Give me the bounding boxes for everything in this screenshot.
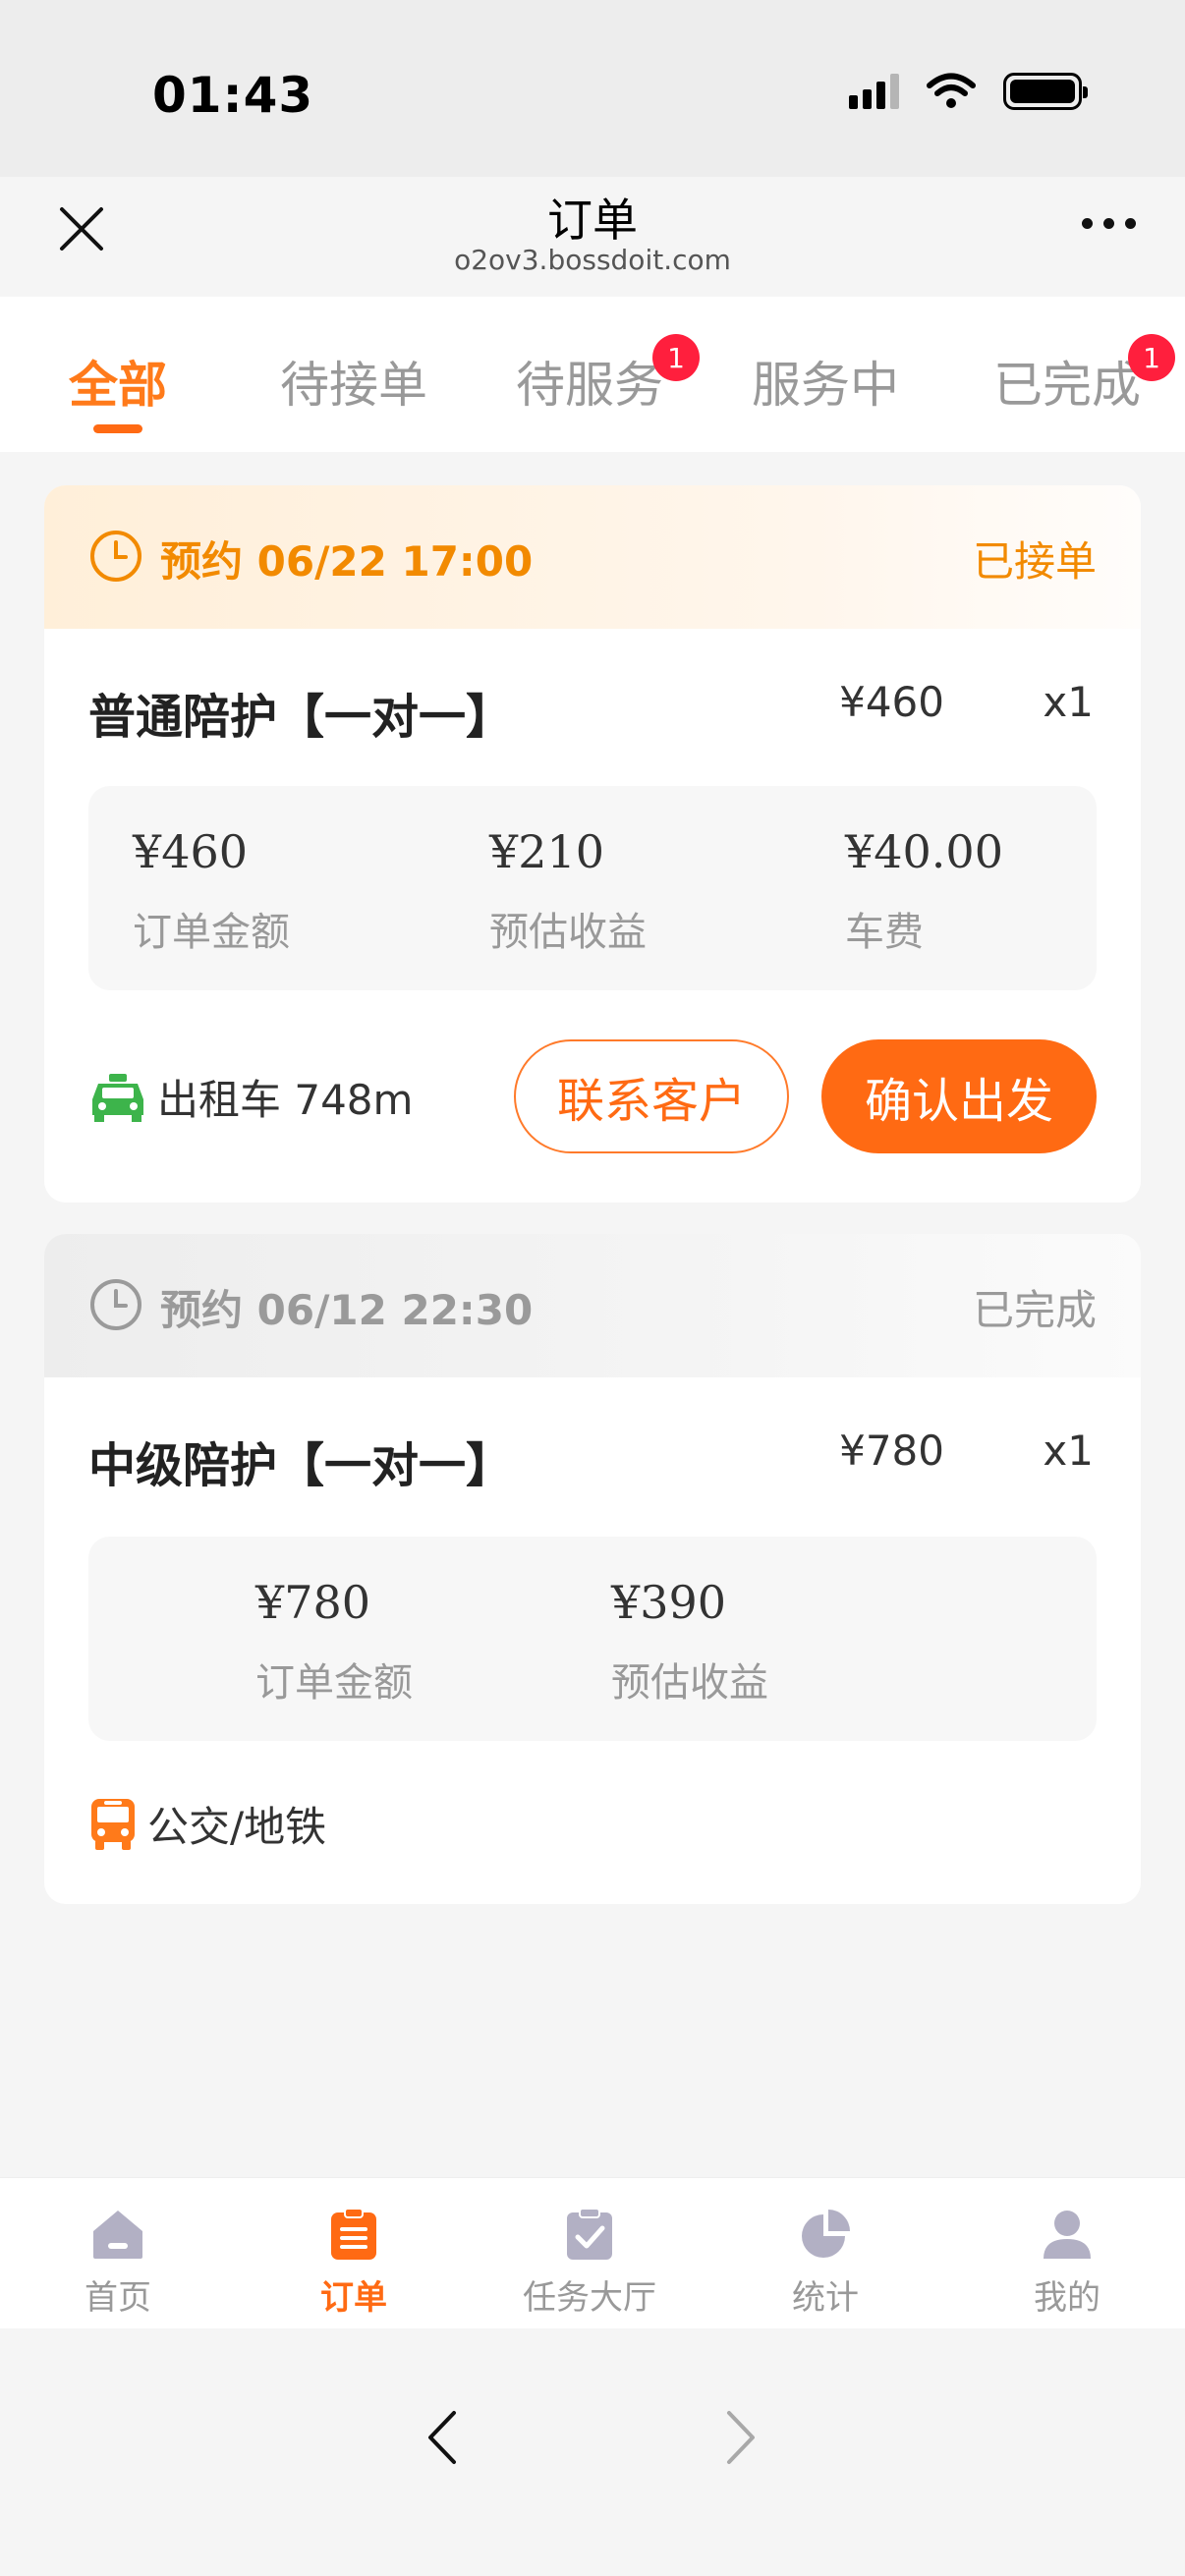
- user-icon: [1044, 2211, 1091, 2259]
- order-card[interactable]: 预约 06/22 17:00 已接单 普通陪护【一对一】 ¥460 x1 ¥46…: [44, 485, 1141, 1203]
- tab-all[interactable]: 全部: [0, 297, 236, 452]
- fare-value: ¥40.00: [845, 825, 1003, 878]
- tab-label: 全部: [69, 357, 167, 414]
- order-amount-value: ¥780: [255, 1576, 371, 1629]
- tab-label: 待服务: [516, 357, 663, 414]
- order-card-header: 预约 06/12 22:30 已完成: [44, 1234, 1141, 1377]
- transport-label: 出租车 748m: [157, 1076, 414, 1124]
- service-name: 普通陪护【一对一】: [88, 690, 514, 745]
- status-icons: [849, 73, 1088, 110]
- order-status: 已完成: [972, 1286, 1097, 1334]
- tabbar-profile[interactable]: 我的: [949, 2178, 1185, 2329]
- appointment-time: 预约 06/12 22:30: [160, 1286, 534, 1334]
- order-icon: [331, 2208, 376, 2260]
- tabbar-orders[interactable]: 订单: [236, 2178, 472, 2329]
- tab-label: 已完成: [993, 357, 1141, 414]
- order-stats: ¥780 订单金额 ¥390 预估收益: [88, 1537, 1097, 1741]
- page-title: 订单: [547, 194, 638, 247]
- appointment-time: 预约 06/22 17:00: [160, 537, 534, 586]
- status-time: 01:43: [152, 67, 314, 124]
- order-status-tabs: 全部 待接单 待服务 1 服务中 已完成 1: [0, 297, 1185, 452]
- cellular-signal-icon: [849, 74, 899, 109]
- tab-active-indicator: [93, 424, 142, 433]
- tab-label: 待接单: [280, 357, 427, 414]
- order-stats: ¥460 订单金额 ¥210 预估收益 ¥40.00 车费: [88, 786, 1097, 990]
- battery-icon: [1003, 73, 1088, 110]
- clock-icon: [90, 531, 141, 582]
- count-badge: 1: [652, 334, 700, 381]
- fare-label: 车费: [845, 910, 924, 955]
- task-icon: [567, 2208, 612, 2260]
- clock-icon: [90, 1279, 141, 1330]
- home-icon: [93, 2211, 142, 2259]
- service-quantity: x1: [1043, 678, 1094, 726]
- estimated-income-label: 预估收益: [611, 1660, 768, 1706]
- tab-label: 服务中: [752, 357, 899, 414]
- service-quantity: x1: [1043, 1427, 1094, 1475]
- transport-info: 公交/地铁: [88, 1794, 326, 1854]
- service-price: ¥780: [839, 1427, 944, 1475]
- tabbar-label: 我的: [1034, 2278, 1100, 2318]
- pie-chart-icon: [802, 2210, 850, 2258]
- tabbar-label: 任务大厅: [523, 2278, 656, 2318]
- wifi-icon: [927, 73, 976, 108]
- contact-customer-button[interactable]: 联系客户: [514, 1039, 789, 1153]
- tabbar-statistics[interactable]: 统计: [707, 2178, 943, 2329]
- more-options-icon[interactable]: [1082, 218, 1136, 229]
- tab-pending-accept[interactable]: 待接单: [236, 297, 472, 452]
- transport-info: 出租车 748m: [88, 1067, 413, 1127]
- estimated-income-value: ¥390: [611, 1576, 727, 1629]
- order-status: 已接单: [972, 537, 1097, 586]
- tab-in-service[interactable]: 服务中: [707, 297, 943, 452]
- status-bar: 01:43: [0, 0, 1185, 177]
- count-badge: 1: [1128, 334, 1175, 381]
- tab-completed[interactable]: 已完成 1: [949, 297, 1185, 452]
- order-amount-value: ¥460: [133, 825, 249, 878]
- estimated-income-label: 预估收益: [489, 910, 647, 955]
- tabbar-label: 统计: [792, 2278, 859, 2318]
- order-amount-label: 订单金额: [133, 910, 290, 955]
- service-price: ¥460: [839, 678, 944, 726]
- bus-icon: [91, 1798, 135, 1850]
- service-name: 中级陪护【一对一】: [88, 1438, 514, 1493]
- forward-arrow-icon[interactable]: [713, 2403, 768, 2472]
- tabbar-label: 订单: [320, 2278, 387, 2318]
- browser-nav-bar: [0, 2328, 1185, 2576]
- order-amount-label: 订单金额: [255, 1660, 413, 1706]
- confirm-departure-button[interactable]: 确认出发: [821, 1039, 1097, 1153]
- transport-label: 公交/地铁: [147, 1803, 327, 1851]
- tabbar-task-hall[interactable]: 任务大厅: [472, 2178, 707, 2329]
- order-card[interactable]: 预约 06/12 22:30 已完成 中级陪护【一对一】 ¥780 x1 ¥78…: [44, 1234, 1141, 1904]
- tab-pending-service[interactable]: 待服务 1: [472, 297, 707, 452]
- bottom-tab-bar: 首页 订单 任务大厅 统计 我的: [0, 2177, 1185, 2328]
- back-arrow-icon[interactable]: [415, 2403, 470, 2472]
- tabbar-label: 首页: [85, 2278, 151, 2318]
- page-url: o2ov3.bossdoit.com: [454, 244, 731, 276]
- tabbar-home[interactable]: 首页: [0, 2178, 236, 2329]
- taxi-icon: [92, 1073, 143, 1122]
- order-card-header: 预约 06/22 17:00 已接单: [44, 485, 1141, 629]
- estimated-income-value: ¥210: [489, 825, 605, 878]
